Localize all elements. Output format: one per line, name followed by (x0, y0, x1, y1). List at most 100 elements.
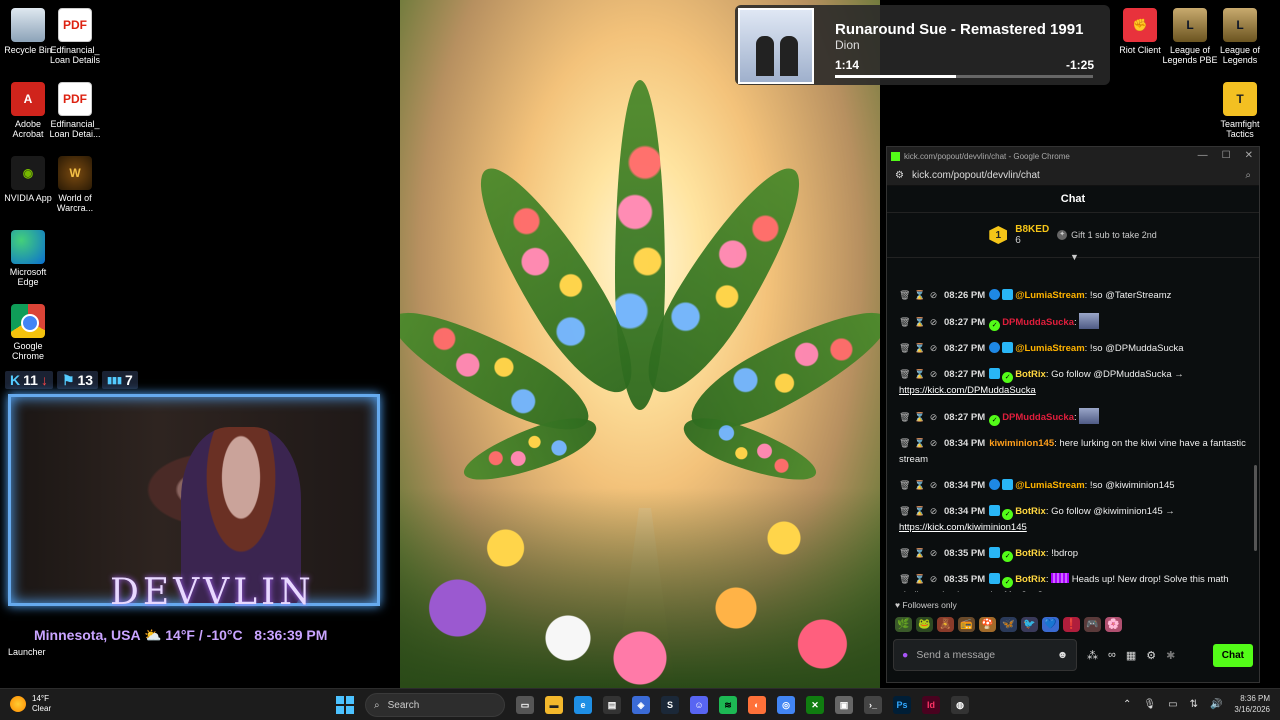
emote[interactable]: 🦋 (1000, 617, 1017, 632)
chat-scrollbar[interactable] (1254, 465, 1257, 551)
delete-icon[interactable]: 🗑 (899, 477, 910, 493)
firefox-icon[interactable]: ◐ (748, 696, 766, 714)
file-explorer-icon[interactable]: ▬ (545, 696, 563, 714)
emote[interactable]: 📻 (958, 617, 975, 632)
timeout-icon[interactable]: ⊘ (929, 287, 938, 303)
extension-icon[interactable]: ✱ (1166, 649, 1175, 662)
timeout-icon[interactable]: ⊘ (929, 435, 938, 451)
emote[interactable]: 🎮 (1084, 617, 1101, 632)
emote[interactable]: 🐸 (916, 617, 933, 632)
timeout-icon[interactable]: ⊘ (929, 545, 938, 561)
desktop-icon-loan-details-2[interactable]: PDF Edfinancial_ Loan Detai... (47, 82, 103, 139)
delete-icon[interactable]: 🗑 (899, 409, 910, 425)
timeout-icon[interactable]: ⊘ (929, 503, 938, 519)
emote[interactable]: 💙 (1042, 617, 1059, 632)
window-titlebar[interactable]: kick.com/popout/devvlin/chat - Google Ch… (887, 147, 1259, 165)
timeout-icon[interactable]: ⊘ (929, 366, 938, 382)
emote[interactable]: 🐦 (1021, 617, 1038, 632)
message-username[interactable]: BotRix (1015, 369, 1046, 380)
steam-icon[interactable]: S (661, 696, 679, 714)
ban-icon[interactable]: ⌛ (914, 545, 925, 561)
ban-icon[interactable]: ⌛ (914, 571, 925, 587)
app-icon[interactable]: ▣ (835, 696, 853, 714)
edge-taskbar-icon[interactable]: e (574, 696, 592, 714)
message-username[interactable]: BotRix (1015, 548, 1046, 559)
emote[interactable]: 🧸 (937, 617, 954, 632)
desktop-icon-google-chrome[interactable]: Google Chrome (0, 304, 56, 361)
emote[interactable]: ❗ (1063, 617, 1080, 632)
message-link[interactable]: https://kick.com/kiwiminion145 (899, 522, 1027, 533)
settings-icon[interactable]: ⚙ (1146, 649, 1156, 662)
task-view-icon[interactable]: ▭ (516, 696, 534, 714)
dots-icon[interactable]: ⁂ (1087, 649, 1098, 662)
emote[interactable]: 🌿 (895, 617, 912, 632)
delete-icon[interactable]: 🗑 (899, 314, 910, 330)
message-username[interactable]: DPMuddaSucka (1002, 412, 1074, 423)
top-gifter-name[interactable]: B8KED (1015, 224, 1049, 235)
desktop-icon-lol[interactable]: L League of Legends (1212, 8, 1268, 65)
delete-icon[interactable]: 🗑 (899, 503, 910, 519)
zoom-icon[interactable]: ⌕ (1245, 170, 1251, 181)
display-icon[interactable]: ▭ (1168, 699, 1177, 710)
gift-cta[interactable]: ✦ Gift 1 sub to take 2nd (1057, 230, 1157, 240)
taskbar-search[interactable]: ⌕ Search (365, 693, 505, 717)
mic-tray-icon[interactable]: 🎙 (1143, 699, 1156, 710)
store-icon[interactable]: ▦ (1126, 649, 1136, 662)
chrome-taskbar-icon[interactable]: ◎ (777, 696, 795, 714)
ban-icon[interactable]: ⌛ (914, 366, 925, 382)
timeout-icon[interactable]: ⊘ (929, 571, 938, 587)
desktop-icon-teamfight-tactics[interactable]: T Teamfight Tactics (1212, 82, 1268, 139)
ban-icon[interactable]: ⌛ (914, 314, 925, 330)
indesign-icon[interactable]: Id (922, 696, 940, 714)
address-bar[interactable]: ⚙ kick.com/popout/devvlin/chat ⌕ (887, 165, 1259, 186)
store-taskbar-icon[interactable]: ▤ (603, 696, 621, 714)
windows-start-icon[interactable] (336, 696, 354, 714)
message-username[interactable]: BotRix (1015, 506, 1046, 517)
emoji-picker-icon[interactable]: ☻ (1057, 649, 1068, 661)
taskbar-weather-widget[interactable]: 14°F Clear (10, 694, 51, 714)
collapse-icon[interactable]: ▼ (1070, 252, 1079, 262)
message-username[interactable]: @LumiaStream (1015, 343, 1084, 354)
maximize-icon[interactable]: ☐ (1222, 150, 1231, 161)
message-username[interactable]: DPMuddaSucka (1002, 317, 1074, 328)
delete-icon[interactable]: 🗑 (899, 340, 910, 356)
timeout-icon[interactable]: ⊘ (929, 477, 938, 493)
desktop-icon-world-of-warcraft[interactable]: W World of Warcra... (47, 156, 103, 213)
close-icon[interactable]: ✕ (1245, 150, 1253, 161)
message-input[interactable]: ● Send a message ☻ (893, 639, 1077, 671)
send-chat-button[interactable]: Chat (1212, 643, 1253, 667)
message-username[interactable]: kiwiminion145 (989, 438, 1054, 449)
obs-icon[interactable]: ◍ (951, 696, 969, 714)
tray-chevron-icon[interactable]: ⌃ (1123, 699, 1131, 710)
network-icon[interactable]: ⇅ (1190, 699, 1198, 710)
desktop-icon-microsoft-edge[interactable]: Microsoft Edge (0, 230, 56, 287)
minimize-icon[interactable]: — (1198, 150, 1208, 161)
timeout-icon[interactable]: ⊘ (929, 340, 938, 356)
photoshop-icon[interactable]: Ps (893, 696, 911, 714)
desktop-icon-loan-details-1[interactable]: PDF Edfinancial_ Loan Details (47, 8, 103, 65)
timeout-icon[interactable]: ⊘ (929, 409, 938, 425)
spotify-icon[interactable]: ≋ (719, 696, 737, 714)
ban-icon[interactable]: ⌛ (914, 435, 925, 451)
desktop-icon-lol-pbe[interactable]: L League of Legends PBE (1162, 8, 1218, 65)
discord-icon[interactable]: ☺ (690, 696, 708, 714)
desktop-icon-riot-client[interactable]: ✊ Riot Client (1112, 8, 1168, 55)
delete-icon[interactable]: 🗑 (899, 545, 910, 561)
delete-icon[interactable]: 🗑 (899, 435, 910, 451)
terminal-icon[interactable]: ›_ (864, 696, 882, 714)
ban-icon[interactable]: ⌛ (914, 409, 925, 425)
timeout-icon[interactable]: ⊘ (929, 314, 938, 330)
site-settings-icon[interactable]: ⚙ (895, 170, 904, 181)
infinity-icon[interactable]: ∞ (1108, 649, 1116, 661)
emote[interactable]: 🍄 (979, 617, 996, 632)
desktop-icon-launcher-label[interactable]: Launcher (8, 647, 46, 657)
ban-icon[interactable]: ⌛ (914, 287, 925, 303)
delete-icon[interactable]: 🗑 (899, 571, 910, 587)
copilot-icon[interactable]: ◈ (632, 696, 650, 714)
delete-icon[interactable]: 🗑 (899, 366, 910, 382)
message-link[interactable]: https://kick.com/DPMuddaSucka (899, 385, 1036, 396)
message-username[interactable]: @LumiaStream (1015, 480, 1084, 491)
message-username[interactable]: BotRix (1015, 574, 1046, 585)
delete-icon[interactable]: 🗑 (899, 287, 910, 303)
message-username[interactable]: @LumiaStream (1015, 290, 1084, 301)
